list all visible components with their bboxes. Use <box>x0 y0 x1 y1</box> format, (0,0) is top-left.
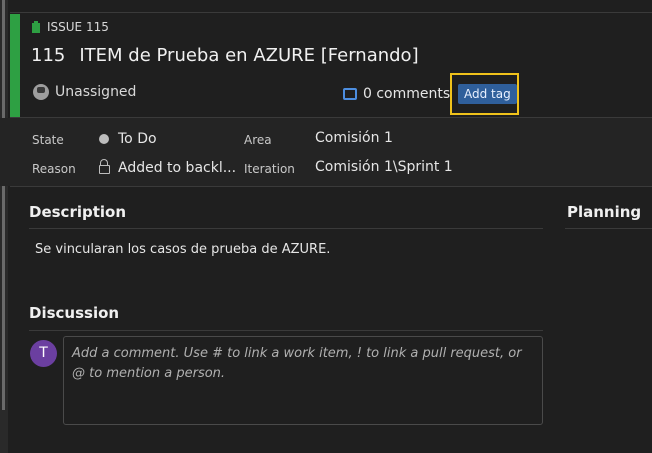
add-tag-button[interactable]: Add tag <box>458 84 517 104</box>
description-heading: Description <box>29 203 127 221</box>
state-label: State <box>32 133 64 147</box>
left-scrollbar-rail <box>0 0 8 453</box>
reason-dropdown[interactable]: Added to backl... <box>118 160 236 176</box>
issue-icon <box>32 21 40 33</box>
work-item-type: ISSUE 115 <box>31 20 109 34</box>
unassigned-avatar-icon <box>33 84 49 100</box>
reason-label: Reason <box>32 162 76 176</box>
work-item-title-text[interactable]: ITEM de Prueba en AZURE [Fernando] <box>79 45 418 66</box>
comments-link[interactable]: 0 comments <box>343 86 450 102</box>
vertical-scrollbar[interactable] <box>2 0 5 410</box>
description-divider <box>29 228 543 229</box>
comment-input[interactable]: Add a comment. Use # to link a work item… <box>63 336 543 425</box>
iteration-label: Iteration <box>244 162 295 176</box>
fields-panel: State To Do Reason Added to backl... Are… <box>0 118 652 186</box>
planning-divider <box>565 228 652 229</box>
discussion-heading: Discussion <box>29 304 120 322</box>
state-dropdown[interactable]: To Do <box>118 131 157 147</box>
comment-icon <box>343 88 357 100</box>
work-item-title[interactable]: 115 ITEM de Prueba en AZURE [Fernando] <box>31 45 419 66</box>
user-avatar: T <box>30 340 57 367</box>
comments-count: 0 comments <box>363 86 451 102</box>
area-label: Area <box>244 133 272 147</box>
iteration-dropdown[interactable]: Comisión 1\Sprint 1 <box>315 159 453 175</box>
discussion-divider <box>29 330 543 331</box>
header-divider <box>10 12 652 13</box>
lock-icon <box>99 159 110 174</box>
work-item-color-bar <box>10 14 20 117</box>
planning-heading: Planning <box>567 203 642 221</box>
assignee-label: Unassigned <box>55 84 137 100</box>
description-text[interactable]: Se vincularan los casos de prueba de AZU… <box>35 242 330 257</box>
work-item-id: 115 <box>31 45 66 66</box>
state-dot-icon <box>99 134 109 144</box>
area-dropdown[interactable]: Comisión 1 <box>315 130 393 146</box>
assignee-picker[interactable]: Unassigned <box>33 84 136 100</box>
fields-divider <box>10 186 652 187</box>
work-item-type-label: ISSUE 115 <box>47 20 109 34</box>
